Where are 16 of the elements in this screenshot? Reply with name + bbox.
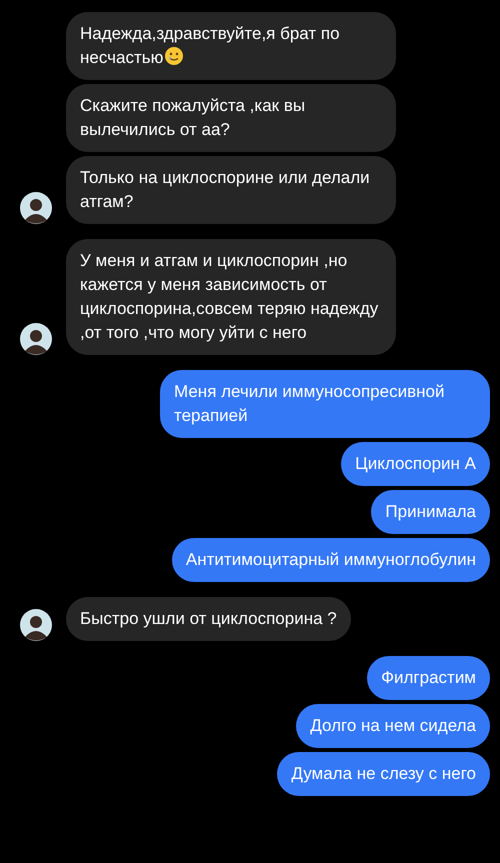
message-bubble: Думала не слезу с него	[277, 752, 490, 796]
message-bubble: Филграстим	[367, 656, 490, 700]
message-bubble: Только на циклоспорине или делали атгам?	[66, 156, 396, 224]
avatar-icon	[20, 323, 52, 355]
message-bubble: Долго на нем сидела	[296, 704, 490, 748]
smiling-face-with-tear-icon	[164, 46, 184, 66]
message-bubble: Циклоспорин А	[341, 442, 490, 486]
message-bubble: У меня и атгам и циклоспорин ,но кажется у меня зависимость от циклоспорина,совсем теряю надежду ,от того ,что могу уйти с него	[66, 239, 396, 355]
message-bubble: Скажите пожалуйста ,как вы вылечились от аа?	[66, 84, 396, 152]
message-bubble: Меня лечили иммуносопресивной терапией	[160, 370, 490, 438]
message-bubble: Быстро ушли от циклоспорина ?	[66, 597, 351, 641]
avatar-icon	[20, 609, 52, 641]
message-bubble: Антитимоцитарный иммуноглобулин	[172, 538, 490, 582]
message-bubble: Надежда,здравствуйте,я брат по несчастью	[66, 12, 396, 80]
avatar-icon	[20, 192, 52, 224]
message-bubble: Принимала	[371, 490, 490, 534]
